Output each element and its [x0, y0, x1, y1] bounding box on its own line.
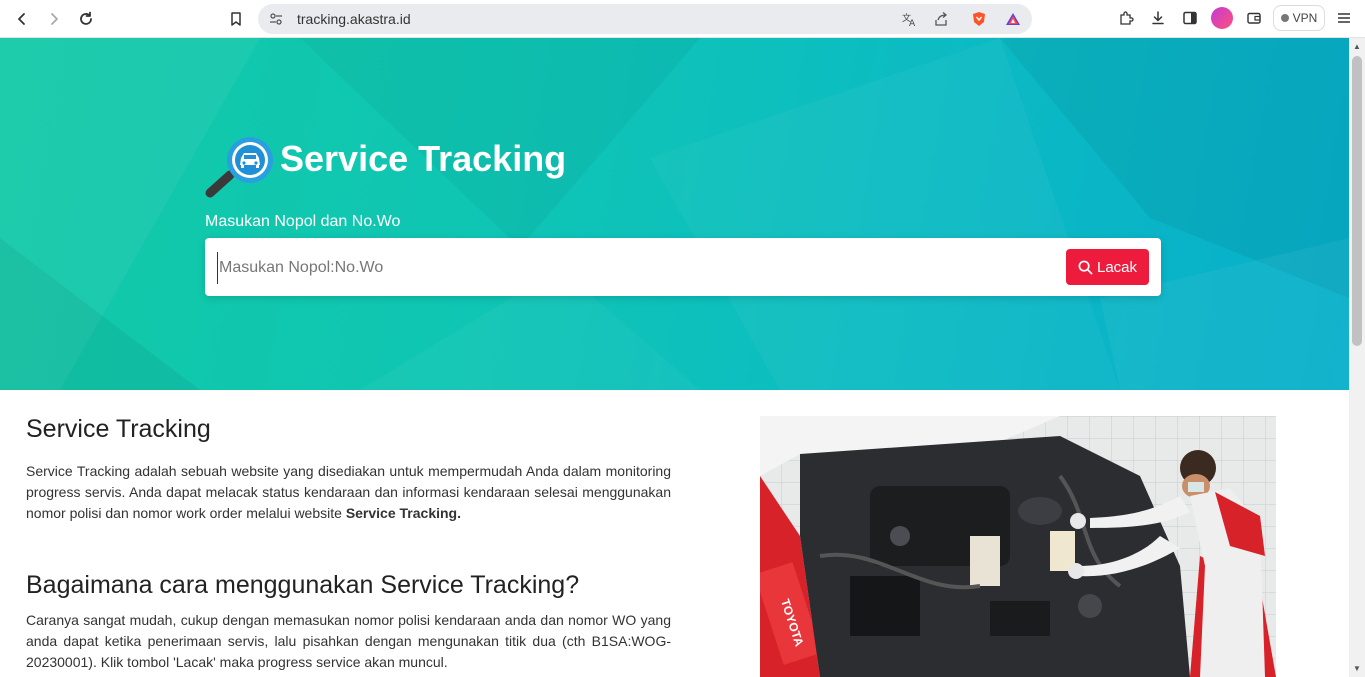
mechanic-photo: TOYOTA: [760, 416, 1276, 677]
main-content: Service Tracking Service Tracking adalah…: [0, 390, 1349, 677]
reload-icon[interactable]: [74, 7, 98, 31]
share-icon[interactable]: [933, 11, 949, 27]
about-body-bold: Service Tracking.: [345, 505, 461, 521]
forward-icon[interactable]: [42, 7, 66, 31]
hero-section: Service Tracking Masukan Nopol dan No.Wo…: [0, 38, 1349, 390]
extensions-icon[interactable]: [1117, 9, 1135, 27]
url-text[interactable]: tracking.akastra.id: [297, 11, 411, 27]
address-bar[interactable]: tracking.akastra.id 文A: [258, 4, 1032, 34]
bookmark-icon[interactable]: [224, 7, 248, 31]
vpn-status-icon: [1280, 14, 1289, 22]
back-icon[interactable]: [10, 7, 34, 31]
brave-rewards-icon[interactable]: [1005, 11, 1021, 27]
brave-shield-icon[interactable]: [971, 11, 987, 27]
vpn-label: VPN: [1292, 11, 1318, 25]
search-input[interactable]: [217, 252, 1061, 284]
search-label: Masukan Nopol dan No.Wo: [205, 213, 401, 230]
profile-avatar[interactable]: [1211, 7, 1233, 29]
howto-heading: Bagaimana cara menggunakan Service Track…: [26, 571, 580, 599]
site-settings-icon[interactable]: [268, 11, 284, 27]
about-text: Service Tracking adalah sebuah website y…: [26, 461, 671, 524]
page-scrollbar[interactable]: ▲ ▼: [1349, 38, 1365, 677]
browser-toolbar: tracking.akastra.id 文A VPN: [0, 0, 1365, 38]
lacak-button[interactable]: Lacak: [1066, 249, 1149, 285]
translate-icon[interactable]: 文A: [901, 11, 917, 27]
download-icon[interactable]: [1149, 9, 1167, 27]
hero-title: Service Tracking: [280, 138, 567, 179]
scroll-down-icon[interactable]: ▼: [1353, 664, 1361, 673]
sidebar-icon[interactable]: [1181, 9, 1199, 27]
search-icon: [1078, 260, 1093, 274]
scroll-up-icon[interactable]: ▲: [1353, 42, 1361, 51]
magnifier-car-logo-icon: [205, 137, 273, 198]
svg-text:A: A: [909, 19, 916, 27]
lacak-button-label: Lacak: [1096, 258, 1138, 276]
about-heading: Service Tracking: [26, 415, 211, 443]
wallet-icon[interactable]: [1245, 9, 1263, 27]
howto-text: Caranya sangat mudah, cukup dengan memas…: [26, 612, 671, 670]
vpn-button[interactable]: VPN: [1273, 5, 1325, 31]
hero-background-pattern: [0, 38, 1349, 390]
scroll-thumb[interactable]: [1352, 56, 1362, 346]
menu-icon[interactable]: [1335, 9, 1353, 27]
engine-bay-image: TOYOTA: [760, 416, 1276, 677]
search-form: Lacak: [205, 238, 1161, 296]
